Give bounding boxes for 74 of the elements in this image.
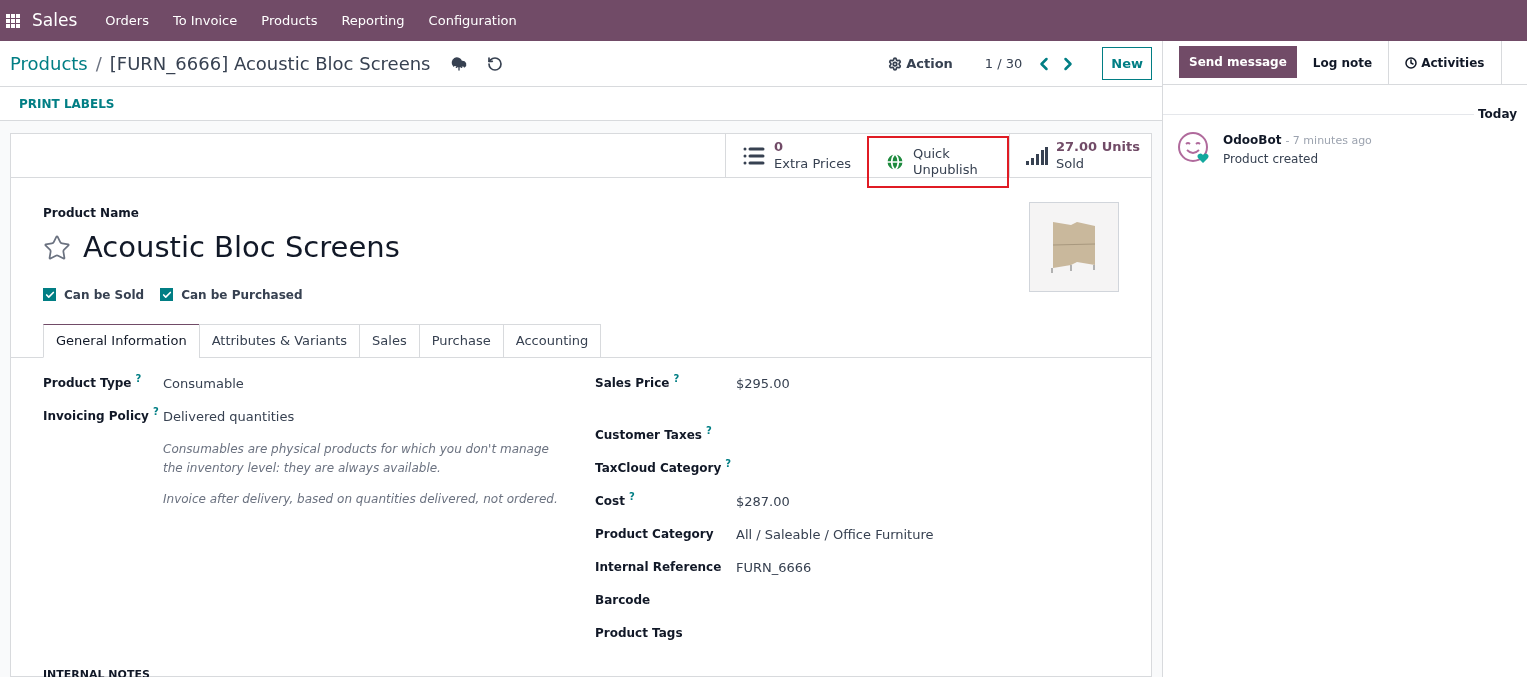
- nav-menu-item[interactable]: Reporting: [329, 10, 417, 31]
- globe-icon: [885, 152, 905, 172]
- breadcrumb-link[interactable]: Products: [10, 50, 88, 77]
- nav-menu-item[interactable]: Products: [249, 10, 330, 31]
- stat-value: 27.00 Units: [1056, 139, 1140, 156]
- pager-value[interactable]: 1 / 30: [984, 53, 1023, 74]
- field-label: Product Category: [595, 525, 715, 543]
- nav-menu-item[interactable]: Configuration: [416, 10, 529, 31]
- field-value[interactable]: $287.00: [736, 491, 790, 525]
- app-title[interactable]: Sales: [32, 7, 78, 34]
- help-tooltip-mark[interactable]: ?: [725, 457, 732, 469]
- field-label: Product Type $^{?}$: [43, 373, 143, 392]
- save-icon[interactable]: [450, 55, 467, 72]
- favorite-star-icon[interactable]: [43, 233, 71, 262]
- field-label: Internal Reference: [595, 558, 723, 576]
- checkbox[interactable]: [160, 288, 174, 301]
- help-tooltip-mark[interactable]: ?: [135, 372, 142, 384]
- nav-menu-item[interactable]: To Invoice: [160, 10, 250, 31]
- gear-icon: [888, 56, 903, 71]
- checkbox-label: Can be Purchased: [181, 286, 303, 304]
- nav-menu-item[interactable]: Orders: [93, 10, 161, 31]
- discard-icon[interactable]: [486, 55, 503, 72]
- new-button[interactable]: New: [1102, 46, 1152, 81]
- date-separator: Today: [1477, 106, 1518, 123]
- breadcrumb-separator: /: [95, 52, 102, 76]
- field-label: Product Tags: [595, 624, 684, 642]
- help-tooltip-mark[interactable]: ?: [673, 372, 680, 384]
- checkbox-label: Can be Sold: [64, 286, 145, 304]
- checkbox[interactable]: [43, 288, 56, 301]
- section-heading: INTERNAL NOTES: [42, 666, 151, 677]
- help-tooltip-mark[interactable]: ?: [152, 405, 159, 417]
- record-title: [FURN_6666] Acoustic Bloc Screens: [109, 52, 431, 77]
- field-hint: Consumables are physical products for which you don't manage the inventory level: they are always available.: [163, 440, 550, 477]
- field-label: Cost $^{?}$: [595, 491, 636, 510]
- field-label: Product Name: [43, 205, 140, 222]
- field-label: Customer Taxes $^{?}$: [595, 425, 713, 444]
- print-labels-button[interactable]: PRINT LABELS: [19, 94, 115, 113]
- bar-chart-icon: [1026, 146, 1048, 165]
- field-label: Sales Price $^{?}$: [595, 373, 681, 392]
- field-value[interactable]: Delivered quantities: [163, 406, 295, 440]
- bot-avatar-icon: [1177, 131, 1211, 165]
- field-value[interactable]: All / Saleable / Office Furniture: [736, 524, 934, 558]
- form-tab[interactable]: Attributes & Variants: [198, 323, 361, 358]
- field-label: Barcode: [595, 591, 652, 609]
- message-author[interactable]: OdooBot: [1223, 131, 1282, 149]
- message-time: - 7 minutes ago: [1285, 133, 1372, 149]
- stat-button[interactable]: 27.00 Units Sold: [1009, 134, 1151, 177]
- chatter-tab[interactable]: Send message: [1179, 46, 1297, 78]
- stat-button[interactable]: 0 Extra Prices: [725, 134, 867, 177]
- stat-button[interactable]: Quick Unpublish: [867, 136, 1009, 188]
- stat-value: Quick: [913, 145, 951, 162]
- field-label: Invoicing Policy $^{?}$: [43, 406, 160, 425]
- chatter-tab[interactable]: Activities: [1388, 41, 1502, 84]
- field-value[interactable]: $295.00: [736, 373, 790, 407]
- form-tab[interactable]: Accounting: [502, 323, 602, 358]
- stat-label: Extra Prices: [774, 155, 851, 172]
- field-hint: Invoice after delivery, based on quantities delivered, not ordered.: [163, 490, 559, 508]
- product-name[interactable]: Acoustic Bloc Screens: [83, 226, 400, 270]
- app-grid-icon[interactable]: [6, 13, 20, 28]
- form-tab[interactable]: General Information: [43, 323, 200, 358]
- help-tooltip-mark[interactable]: ?: [628, 490, 635, 502]
- field-value[interactable]: Consumable: [163, 373, 244, 407]
- field-value[interactable]: FURN_6666: [736, 557, 812, 591]
- stat-value: 0: [774, 139, 785, 156]
- check-icon: [44, 289, 55, 300]
- message-body: Product created: [1223, 150, 1320, 168]
- stat-label: Sold: [1056, 155, 1086, 172]
- chatter-tab[interactable]: Log note: [1296, 41, 1389, 84]
- clock-icon: [1405, 56, 1418, 69]
- action-menu-button[interactable]: Action: [888, 53, 953, 74]
- stat-label: Unpublish: [913, 162, 978, 179]
- check-icon: [161, 289, 172, 300]
- field-label: TaxCloud Category $^{?}$: [595, 458, 733, 477]
- help-tooltip-mark[interactable]: ?: [705, 424, 712, 436]
